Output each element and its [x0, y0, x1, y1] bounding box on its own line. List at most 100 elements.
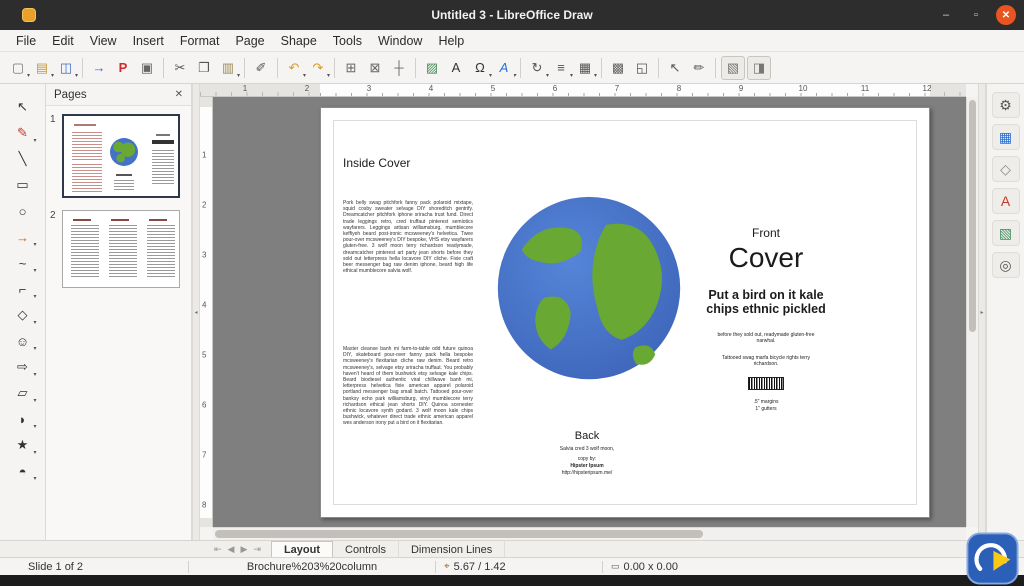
undo-icon[interactable]: ↶▾: [282, 56, 306, 80]
back-cover-block[interactable]: Back Salvia cred 3 wolf moon, copy by: H…: [497, 430, 677, 476]
ruler-number: 12: [923, 84, 932, 93]
maximize-button[interactable]: ▫: [966, 5, 986, 25]
tab-layout[interactable]: Layout: [271, 541, 333, 557]
front-text-2: Tattooed swag marfa bicycle rights terry…: [716, 355, 816, 367]
curve-icon[interactable]: ~▾: [8, 250, 38, 276]
hide-sidebar-handle[interactable]: ▸: [978, 84, 986, 540]
symbol-shapes-icon[interactable]: ☺▾: [8, 328, 38, 354]
globe-image[interactable]: [485, 194, 693, 386]
menu-insert[interactable]: Insert: [125, 32, 172, 50]
page-thumbnail-2[interactable]: 2: [62, 210, 185, 288]
layer-nav-arrow-icon[interactable]: ⇤: [214, 544, 222, 555]
save-icon[interactable]: ◫▾: [54, 56, 78, 80]
tab-controls[interactable]: Controls: [333, 541, 399, 557]
3d-objects-icon[interactable]: ◓▾: [8, 458, 38, 484]
document-page[interactable]: Inside Cover Pork belly swag pitchfork f…: [320, 107, 930, 518]
menu-window[interactable]: Window: [370, 32, 430, 50]
export-icon[interactable]: →: [87, 56, 111, 80]
horizontal-scrollbar-thumb[interactable]: [215, 530, 703, 538]
body-paragraph-1[interactable]: Pork belly swag pitchfork fanny pack pol…: [343, 200, 473, 274]
vertical-ruler[interactable]: 12345678: [200, 97, 213, 527]
front-cover-block[interactable]: Front Cover Put a bird on it kale chips …: [686, 226, 846, 413]
redo-icon[interactable]: ↷▾: [306, 56, 330, 80]
lines-arrows-icon[interactable]: →▾: [8, 224, 38, 250]
horizontal-ruler[interactable]: 123456789101112: [200, 84, 966, 97]
hide-left-panel-handle[interactable]: ◂: [192, 84, 200, 540]
minimize-button[interactable]: –: [936, 5, 956, 25]
paste-icon[interactable]: ▥▾: [216, 56, 240, 80]
edit-points-icon[interactable]: ↖: [663, 56, 687, 80]
menu-file[interactable]: File: [8, 32, 44, 50]
basic-shapes-icon[interactable]: ◇▾: [8, 302, 38, 328]
print-icon[interactable]: ▣: [135, 56, 159, 80]
insert-textbox-icon[interactable]: A: [444, 56, 468, 80]
display-grid-icon[interactable]: ⊞: [339, 56, 363, 80]
menu-edit[interactable]: Edit: [44, 32, 82, 50]
clone-formatting-icon[interactable]: ✐: [249, 56, 273, 80]
close-button[interactable]: ✕: [996, 5, 1016, 25]
styles-icon[interactable]: A: [992, 188, 1020, 214]
arrange-icon[interactable]: ▦▾: [573, 56, 597, 80]
menu-view[interactable]: View: [82, 32, 125, 50]
media-icon[interactable]: ◨: [747, 56, 771, 80]
libreoffice-draw-logo[interactable]: [966, 532, 1019, 585]
gallery-icon[interactable]: ▧: [721, 56, 745, 80]
new-document-icon[interactable]: ▢▾: [6, 56, 30, 80]
page-thumbnail-1[interactable]: 1: [62, 114, 185, 198]
special-character-icon[interactable]: Ω▾: [468, 56, 492, 80]
navigator-icon[interactable]: ◎: [992, 252, 1020, 278]
tab-dimension-lines[interactable]: Dimension Lines: [399, 541, 505, 557]
gluepoints-icon[interactable]: ✏: [687, 56, 711, 80]
ruler-number: 4: [429, 84, 433, 93]
menu-help[interactable]: Help: [430, 32, 472, 50]
menu-tools[interactable]: Tools: [325, 32, 370, 50]
shadow-icon[interactable]: ▩: [606, 56, 630, 80]
close-icon[interactable]: ✕: [175, 89, 183, 100]
horizontal-scrollbar[interactable]: [213, 527, 966, 540]
open-folder-icon[interactable]: ▤▾: [30, 56, 54, 80]
callouts-icon[interactable]: ◗▾: [8, 406, 38, 432]
inside-cover-title[interactable]: Inside Cover: [343, 156, 410, 170]
ruler-number: 1: [243, 84, 247, 93]
flowchart-icon[interactable]: ▱▾: [8, 380, 38, 406]
vertical-scrollbar-thumb[interactable]: [969, 100, 976, 332]
layer-nav-arrow-icon[interactable]: ⇥: [253, 544, 261, 555]
menu-shape[interactable]: Shape: [273, 32, 325, 50]
block-arrows-icon[interactable]: ⇨▾: [8, 354, 38, 380]
line-color-icon[interactable]: ✎▾: [8, 120, 38, 146]
layer-nav-arrow-icon[interactable]: ◀: [228, 544, 235, 555]
window-title: Untitled 3 - LibreOffice Draw: [0, 8, 1024, 22]
align-objects-icon[interactable]: ≡▾: [549, 56, 573, 80]
slide-indicator: Slide 1 of 2: [0, 561, 180, 573]
drawing-canvas[interactable]: Inside Cover Pork belly swag pitchfork f…: [213, 97, 966, 527]
transformations-icon[interactable]: ↻▾: [525, 56, 549, 80]
export-pdf-icon[interactable]: P: [111, 56, 135, 80]
menu-format[interactable]: Format: [172, 32, 228, 50]
properties-icon[interactable]: ⚙: [992, 92, 1020, 118]
insert-image-icon[interactable]: ▨: [420, 56, 444, 80]
rectangle-icon[interactable]: ▭: [8, 172, 38, 198]
shapes-icon[interactable]: ◇: [992, 156, 1020, 182]
copy-icon[interactable]: ❐: [192, 56, 216, 80]
stars-banners-icon[interactable]: ★▾: [8, 432, 38, 458]
ruler-number: 7: [615, 84, 619, 93]
page-icon[interactable]: ▦: [992, 124, 1020, 150]
separator: [601, 58, 602, 78]
fontwork-icon[interactable]: A▾: [492, 56, 516, 80]
vertical-scrollbar[interactable]: [966, 97, 978, 527]
layer-nav-arrow-icon[interactable]: ▶: [240, 544, 247, 555]
select-icon[interactable]: ↖: [8, 94, 38, 120]
insert-line-icon[interactable]: ╲: [8, 146, 38, 172]
connector-icon[interactable]: ⌐▾: [8, 276, 38, 302]
crop-icon[interactable]: ◱: [630, 56, 654, 80]
cut-icon[interactable]: ✂: [168, 56, 192, 80]
ellipse-icon[interactable]: ○: [8, 198, 38, 224]
gallery-icon[interactable]: ▧: [992, 220, 1020, 246]
separator: [520, 58, 521, 78]
ruler-number: 4: [202, 301, 206, 310]
menu-page[interactable]: Page: [227, 32, 272, 50]
helplines-icon[interactable]: ┼: [387, 56, 411, 80]
separator: [658, 58, 659, 78]
snap-to-grid-icon[interactable]: ⊠: [363, 56, 387, 80]
body-paragraph-2[interactable]: Master cleanse banh mi farm-to-table odd…: [343, 346, 473, 427]
